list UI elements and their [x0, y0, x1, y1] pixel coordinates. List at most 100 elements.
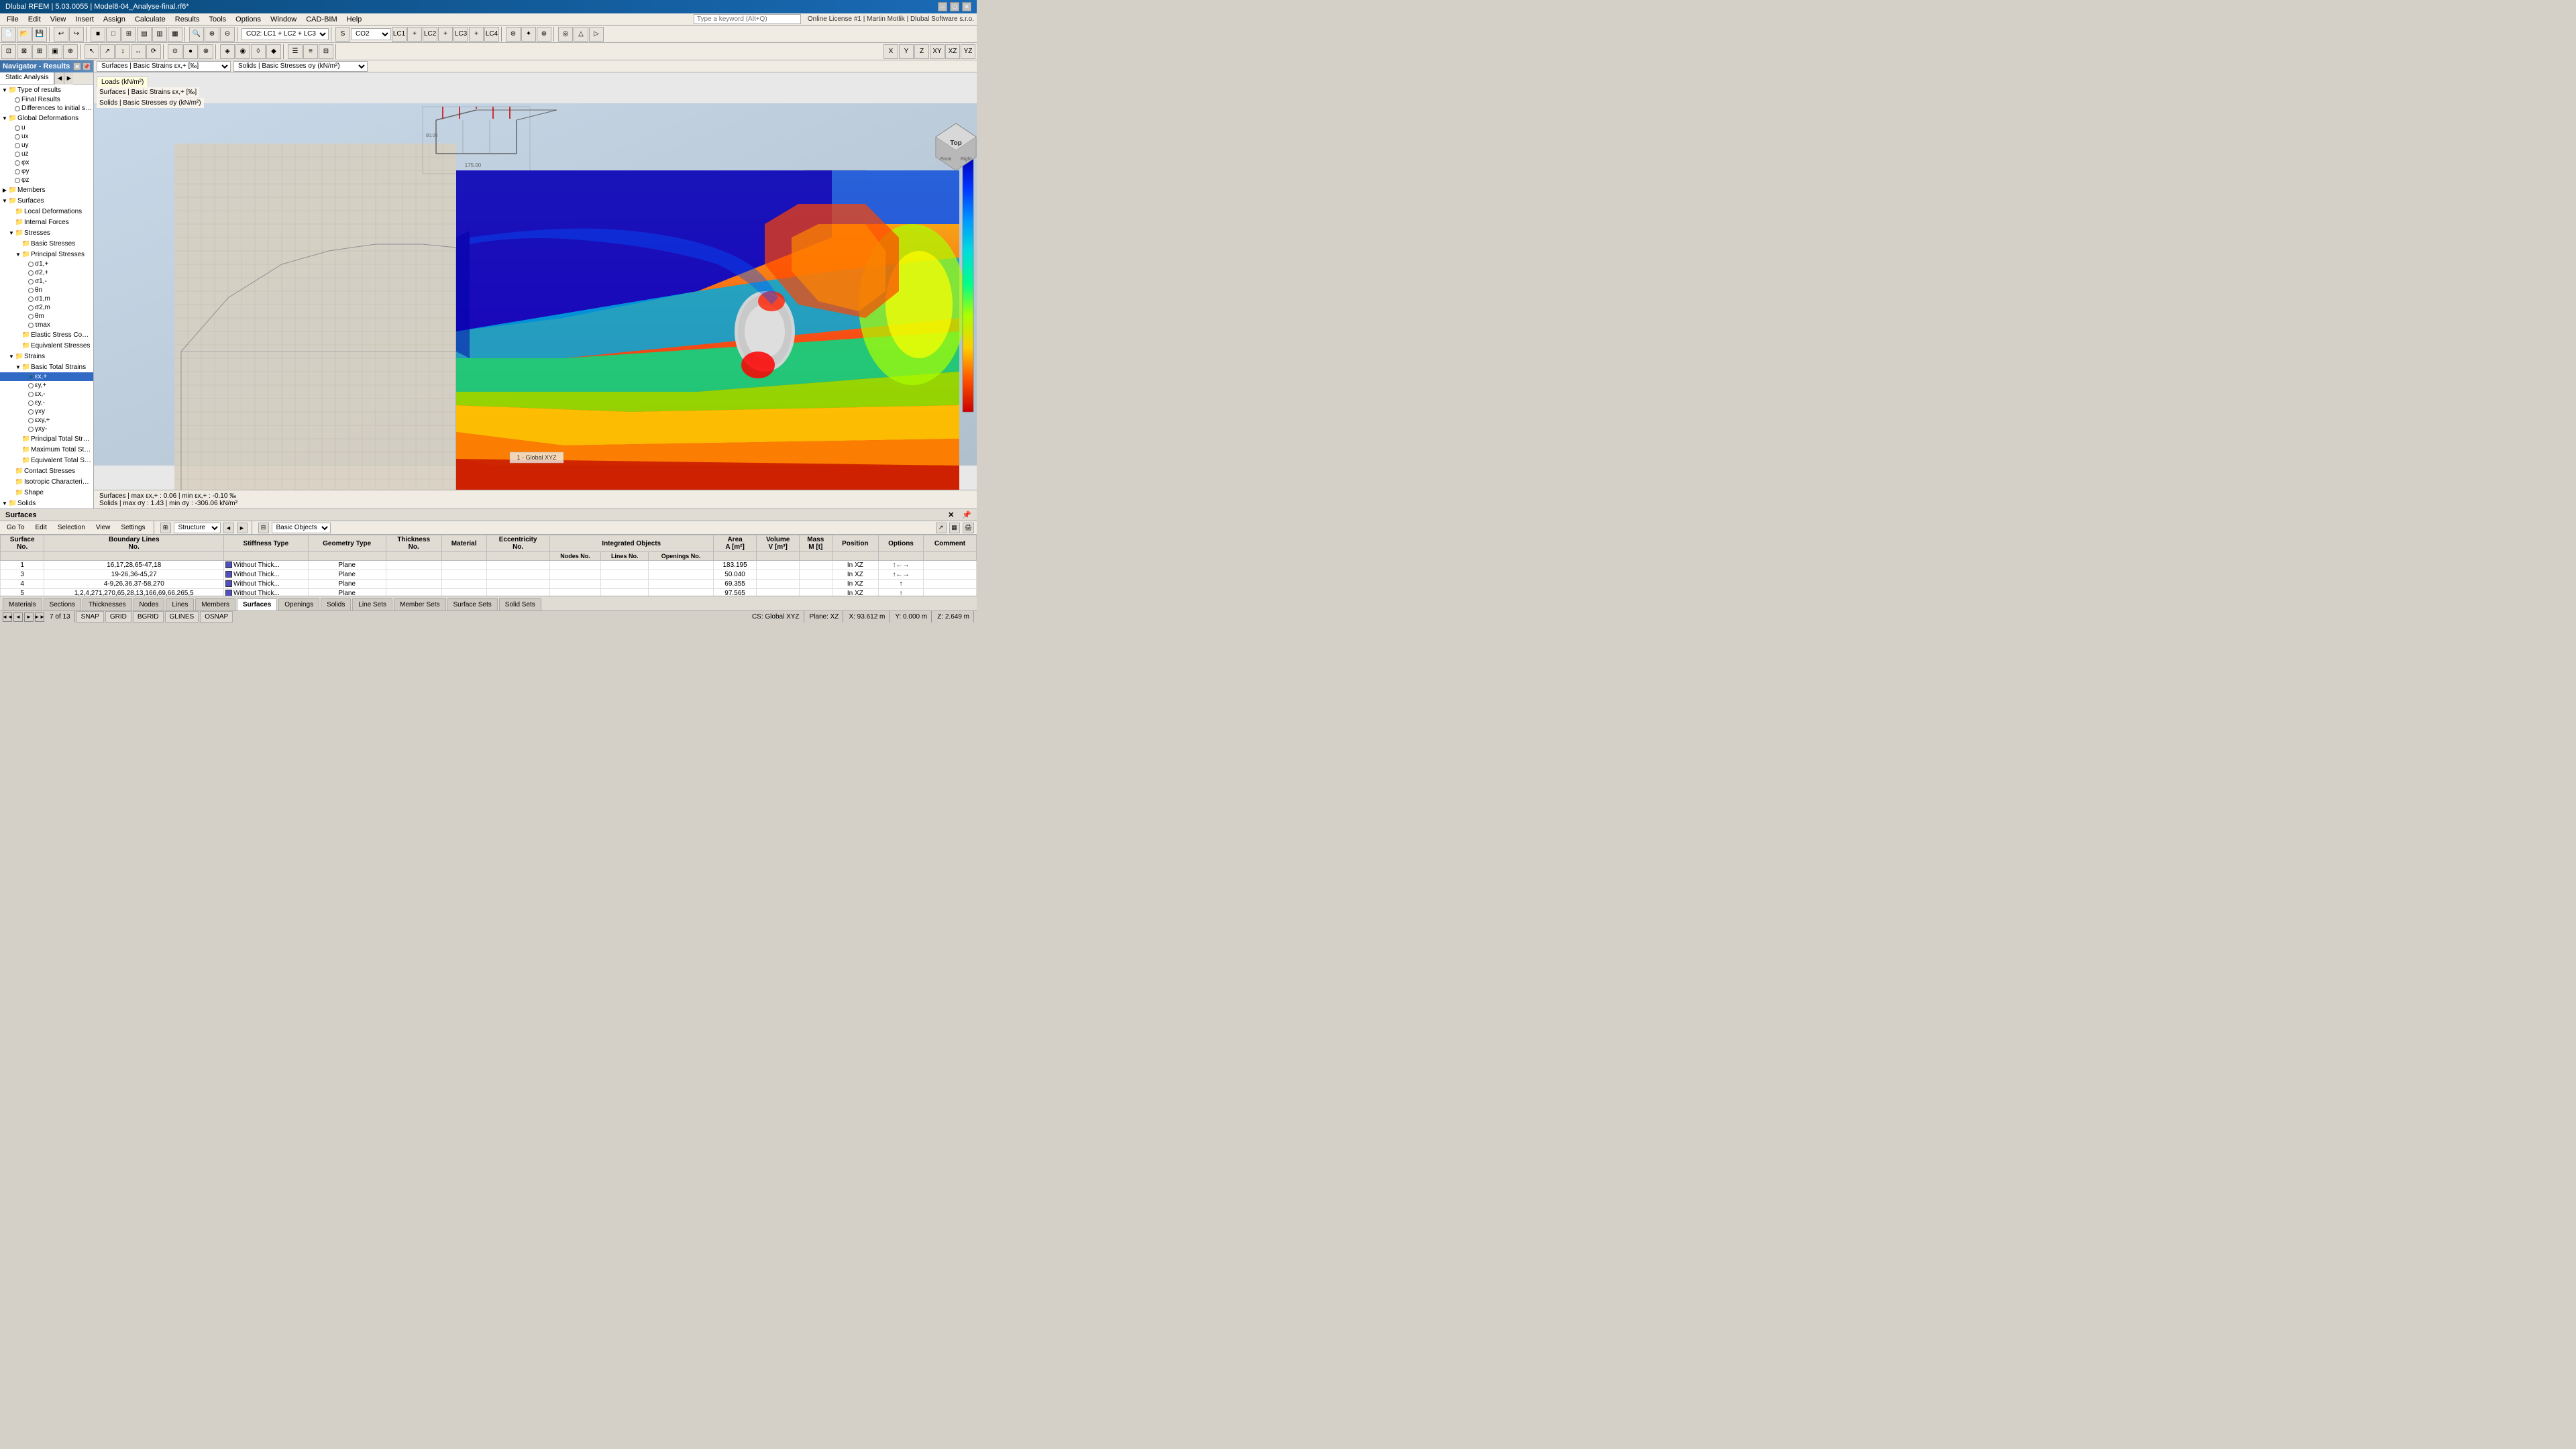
- tree-toggle[interactable]: ▼: [1, 197, 8, 204]
- solid-result-combo[interactable]: Solids | Basic Stresses σy (kN/m²): [233, 61, 368, 72]
- tree-item-equivalent-total-strains[interactable]: 📁Equivalent Total Strains: [0, 455, 93, 466]
- tree-item-maximum-total-strains[interactable]: 📁Maximum Total Strains: [0, 444, 93, 455]
- new-button[interactable]: 📄: [1, 27, 16, 42]
- bottom-tab-materials[interactable]: Materials: [3, 598, 42, 610]
- tree-toggle[interactable]: ▼: [8, 229, 15, 236]
- osnap-btn[interactable]: OSNAP: [200, 611, 233, 623]
- tree-item-stresses[interactable]: ▼📁Stresses: [0, 227, 93, 238]
- table-row[interactable]: 5 1,2,4,271,270,65,28,13,166,69,66,265,5…: [1, 589, 977, 596]
- tb17[interactable]: LC4: [484, 27, 499, 42]
- structure-combo[interactable]: Structure: [174, 523, 221, 533]
- col-volume[interactable]: VolumeV [m³]: [757, 535, 800, 552]
- menu-options[interactable]: Options: [231, 15, 265, 24]
- t2-12[interactable]: ●: [183, 44, 198, 59]
- menu-cad-bim[interactable]: CAD-BIM: [302, 15, 341, 24]
- pin-results[interactable]: 📌: [962, 511, 971, 519]
- tree-item-εx+[interactable]: εx,+: [0, 372, 93, 381]
- tree-item-u[interactable]: u: [0, 123, 93, 132]
- t2-2[interactable]: ⊠: [17, 44, 32, 59]
- tb9[interactable]: ⊖: [220, 27, 235, 42]
- tree-item-σ2m[interactable]: σ2,m: [0, 303, 93, 312]
- snap-btn[interactable]: SNAP: [76, 611, 104, 623]
- results-selection[interactable]: Selection: [54, 523, 89, 532]
- t2-16[interactable]: ◊: [251, 44, 266, 59]
- nav-close-btn[interactable]: ✕: [73, 62, 81, 70]
- nav-last-btn[interactable]: ►►: [35, 612, 44, 622]
- menu-assign[interactable]: Assign: [99, 15, 129, 24]
- t2-19[interactable]: ≡: [303, 44, 318, 59]
- tb21[interactable]: ◎: [558, 27, 573, 42]
- tb5[interactable]: ▥: [152, 27, 167, 42]
- tree-toggle[interactable]: ▼: [1, 500, 8, 506]
- t2-coord6[interactable]: YZ: [961, 44, 975, 59]
- results-settings[interactable]: Settings: [117, 523, 149, 532]
- tree-item-elastic-stress[interactable]: 📁Elastic Stress Components: [0, 329, 93, 340]
- tree-item-principal-total-strains[interactable]: 📁Principal Total Strains: [0, 433, 93, 444]
- tb13[interactable]: LC2: [423, 27, 437, 42]
- bottom-tab-sections[interactable]: Sections: [44, 598, 81, 610]
- t2-20[interactable]: ⊟: [319, 44, 333, 59]
- nav-prev-btn[interactable]: ◄: [13, 612, 23, 622]
- tree-item-local-deformations[interactable]: 📁Local Deformations: [0, 206, 93, 217]
- bgrid-btn[interactable]: BGRID: [133, 611, 164, 623]
- bottom-tab-lines[interactable]: Lines: [166, 598, 194, 610]
- tb11[interactable]: LC1: [392, 27, 407, 42]
- tb18[interactable]: ⊛: [506, 27, 521, 42]
- tree-toggle[interactable]: ▼: [15, 251, 21, 258]
- open-button[interactable]: 📂: [17, 27, 32, 42]
- bottom-tab-members[interactable]: Members: [195, 598, 235, 610]
- nav-first-btn[interactable]: ◄◄: [3, 612, 12, 622]
- menu-view[interactable]: View: [46, 15, 70, 24]
- bottom-tab-surfaces[interactable]: Surfaces: [237, 598, 277, 610]
- arrow-left-btn[interactable]: ◄: [223, 523, 234, 533]
- result-type-combo[interactable]: Surfaces | Basic Strains εx,+ [‰]: [97, 61, 231, 72]
- tb4[interactable]: ▤: [137, 27, 152, 42]
- tb23[interactable]: ▷: [589, 27, 604, 42]
- results-edit[interactable]: Edit: [32, 523, 51, 532]
- arrow-right-btn[interactable]: ►: [237, 523, 248, 533]
- tb16[interactable]: +: [469, 27, 484, 42]
- col-openings-no[interactable]: Openings No.: [649, 552, 714, 561]
- tb15[interactable]: LC3: [453, 27, 468, 42]
- tb20[interactable]: ⊕: [537, 27, 551, 42]
- t2-10[interactable]: ⟳: [146, 44, 161, 59]
- t2-18[interactable]: ☰: [288, 44, 303, 59]
- menu-insert[interactable]: Insert: [71, 15, 98, 24]
- print-btn[interactable]: 🖨: [963, 523, 974, 533]
- tree-item-members[interactable]: ▶📁Members: [0, 184, 93, 195]
- tree-item-σ1-[interactable]: σ1,-: [0, 277, 93, 286]
- tb10[interactable]: S: [335, 27, 350, 42]
- save-button[interactable]: 💾: [32, 27, 47, 42]
- tree-item-contact-stresses[interactable]: 📁Contact Stresses: [0, 466, 93, 476]
- tree-item-φx[interactable]: φx: [0, 158, 93, 167]
- tree-item-uy[interactable]: uy: [0, 141, 93, 150]
- col-geometry[interactable]: Geometry Type: [308, 535, 386, 552]
- menu-file[interactable]: File: [3, 15, 23, 24]
- viewport-area[interactable]: Surfaces | Basic Strains εx,+ [‰] Solids…: [94, 60, 977, 508]
- bottom-tab-member-sets[interactable]: Member Sets: [394, 598, 445, 610]
- tree-item-differences[interactable]: Differences to initial state: [0, 104, 93, 113]
- tree-item-φy[interactable]: φy: [0, 167, 93, 176]
- t2-coord1[interactable]: X: [883, 44, 898, 59]
- menu-calculate[interactable]: Calculate: [131, 15, 170, 24]
- col-comment[interactable]: Comment: [923, 535, 976, 552]
- col-thickness[interactable]: ThicknessNo.: [386, 535, 441, 552]
- export-btn[interactable]: ↗: [936, 523, 947, 533]
- tree-item-equivalent-stresses[interactable]: 📁Equivalent Stresses: [0, 340, 93, 351]
- tree-item-εy-[interactable]: εy,-: [0, 398, 93, 407]
- tb2[interactable]: □: [106, 27, 121, 42]
- tree-item-strains[interactable]: ▼📁Strains: [0, 351, 93, 362]
- t2-6[interactable]: ↖: [85, 44, 99, 59]
- search-input[interactable]: [694, 14, 801, 24]
- tree-item-θm[interactable]: θm: [0, 312, 93, 321]
- nav-pin-btn[interactable]: 📌: [83, 62, 91, 70]
- t2-4[interactable]: ▣: [48, 44, 62, 59]
- results-goto[interactable]: Go To: [3, 523, 29, 532]
- tree-item-type-results[interactable]: ▼📁Type of results: [0, 85, 93, 95]
- lc-select[interactable]: CO2: [351, 28, 391, 40]
- t2-9[interactable]: ↔: [131, 44, 146, 59]
- tb7[interactable]: 🔍: [189, 27, 204, 42]
- menu-help[interactable]: Help: [343, 15, 366, 24]
- basic-objects-combo[interactable]: Basic Objects: [272, 523, 331, 533]
- t2-11[interactable]: ⊙: [168, 44, 182, 59]
